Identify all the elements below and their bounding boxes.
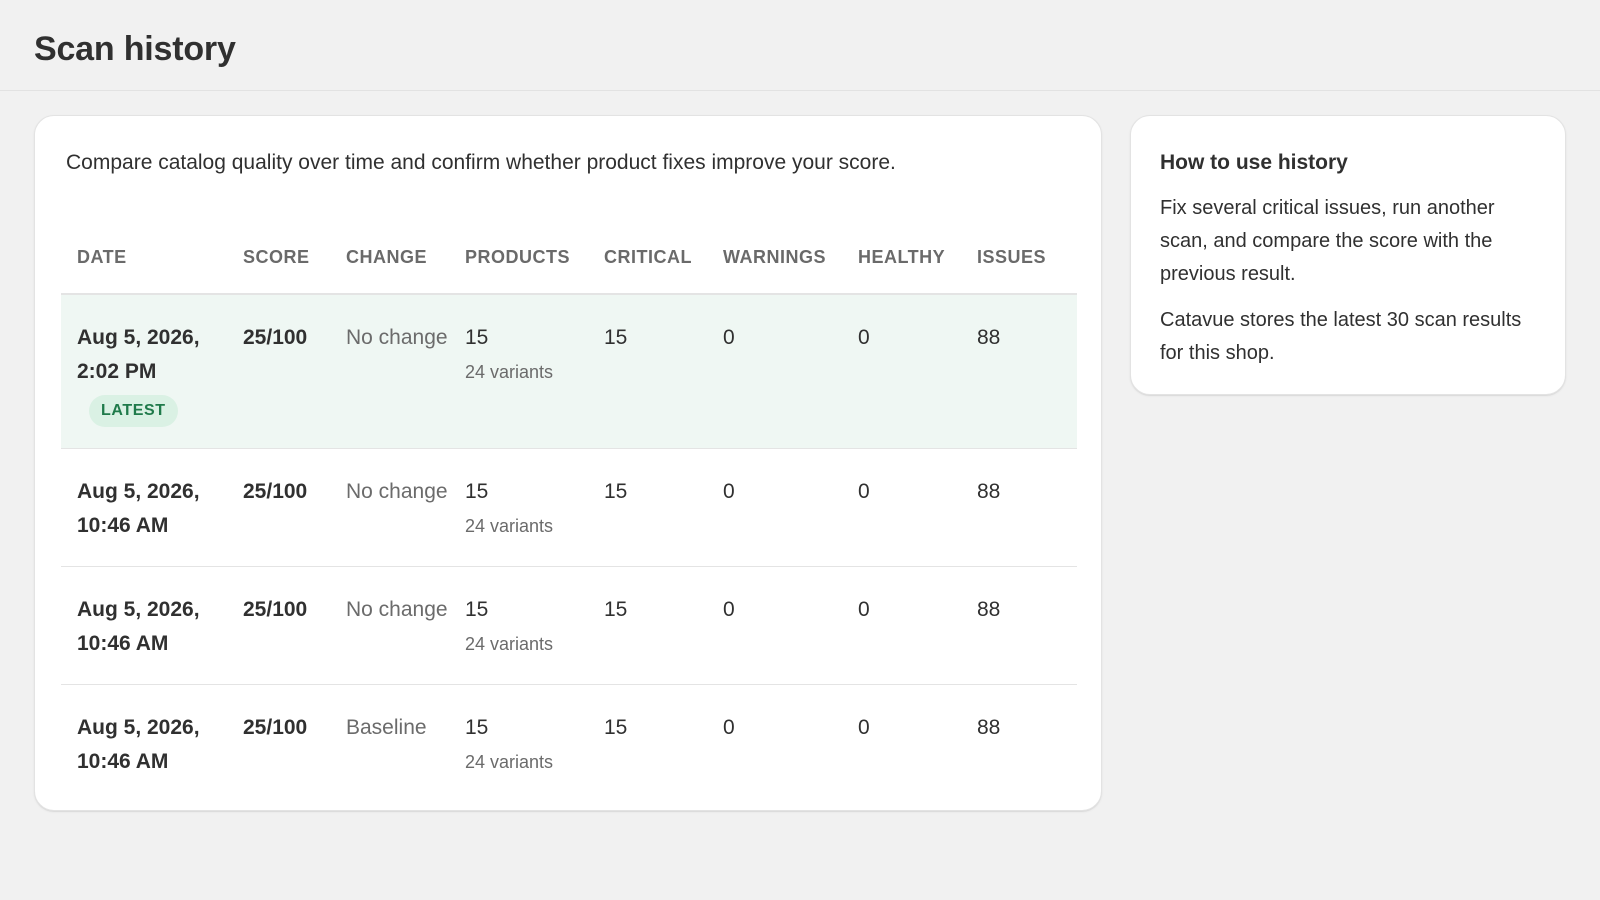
variants-count: 24 variants	[465, 515, 554, 536]
critical-cell: 15	[604, 597, 628, 621]
table-row-latest: Aug 5, 2026, 2:02 PM LATEST 25/100 No ch…	[61, 294, 1077, 448]
healthy-cell: 0	[858, 326, 870, 349]
help-paragraph-2: Catavue stores the latest 30 scan result…	[1160, 309, 1522, 364]
content-area: Compare catalog quality over time and co…	[0, 91, 1600, 811]
table-header-row: DATE SCORE CHANGE PRODUCTS CRITICAL WARN…	[61, 230, 1077, 295]
intro-text: Compare catalog quality over time and co…	[66, 151, 896, 174]
table-row: Aug 5, 2026, 10:46 AM 25/100 No change 1…	[61, 566, 1077, 684]
warnings-cell: 0	[723, 715, 735, 739]
page-header: Scan history	[0, 0, 1600, 91]
change-cell: No change	[346, 479, 448, 503]
variants-count: 24 variants	[465, 362, 554, 382]
column-header-products: PRODUCTS	[449, 230, 588, 295]
products-count: 15	[465, 597, 489, 621]
products-cell: 15 24 variants	[449, 448, 588, 566]
score-cell: 25/100	[243, 715, 308, 739]
date-line-1: Aug 5, 2026,	[77, 715, 200, 739]
score-cell: 25/100	[243, 597, 308, 621]
issues-cell: 88	[977, 326, 1001, 349]
healthy-cell: 0	[858, 597, 870, 621]
products-count: 15	[465, 479, 489, 503]
column-header-warnings: WARNINGS	[707, 230, 842, 295]
table-row: Aug 5, 2026, 10:46 AM 25/100 No change 1…	[61, 448, 1077, 566]
date-cell: Aug 5, 2026, 2:02 PM LATEST	[61, 294, 227, 448]
critical-cell: 15	[604, 715, 628, 739]
warnings-cell: 0	[723, 326, 735, 349]
date-cell: Aug 5, 2026, 10:46 AM	[61, 566, 227, 684]
date-line-1: Aug 5, 2026,	[77, 479, 200, 503]
variants-count: 24 variants	[465, 633, 554, 654]
column-header-score: SCORE	[227, 230, 330, 295]
warnings-cell: 0	[723, 479, 735, 503]
products-cell: 15 24 variants	[449, 294, 588, 448]
column-header-issues: ISSUES	[961, 230, 1077, 295]
variants-count: 24 variants	[465, 751, 554, 772]
date-line-2: 10:46 AM	[77, 631, 169, 655]
date-line-2: 10:46 AM	[77, 749, 169, 773]
critical-cell: 15	[604, 326, 628, 349]
scan-history-card: Compare catalog quality over time and co…	[34, 115, 1102, 811]
table-row: Aug 5, 2026, 10:46 AM 25/100 Baseline 15…	[61, 684, 1077, 802]
products-cell: 15 24 variants	[449, 566, 588, 684]
help-card: How to use history Fix several critical …	[1130, 115, 1566, 395]
change-cell: No change	[346, 326, 448, 349]
change-cell: Baseline	[346, 715, 427, 739]
products-count: 15	[465, 326, 489, 349]
healthy-cell: 0	[858, 715, 870, 739]
change-cell: No change	[346, 597, 448, 621]
date-line-2: 10:46 AM	[77, 513, 169, 537]
issues-cell: 88	[977, 479, 1001, 503]
page-title: Scan history	[34, 30, 236, 68]
latest-badge: LATEST	[89, 395, 178, 427]
products-count: 15	[465, 715, 489, 739]
date-cell: Aug 5, 2026, 10:46 AM	[61, 448, 227, 566]
date-cell: Aug 5, 2026, 10:46 AM	[61, 684, 227, 802]
score-cell: 25/100	[243, 479, 308, 503]
issues-cell: 88	[977, 597, 1001, 621]
column-header-critical: CRITICAL	[588, 230, 707, 295]
date-line-1: Aug 5, 2026,	[77, 326, 200, 349]
column-header-date: DATE	[61, 230, 227, 295]
column-header-change: CHANGE	[330, 230, 449, 295]
help-title: How to use history	[1160, 151, 1348, 174]
scan-history-table: DATE SCORE CHANGE PRODUCTS CRITICAL WARN…	[61, 230, 1077, 802]
score-cell: 25/100	[243, 326, 308, 349]
critical-cell: 15	[604, 479, 628, 503]
warnings-cell: 0	[723, 597, 735, 621]
issues-cell: 88	[977, 715, 1001, 739]
column-header-healthy: HEALTHY	[842, 230, 961, 295]
products-cell: 15 24 variants	[449, 684, 588, 802]
help-paragraph-1: Fix several critical issues, run another…	[1160, 197, 1495, 285]
date-line-1: Aug 5, 2026,	[77, 597, 200, 621]
healthy-cell: 0	[858, 479, 870, 503]
date-line-2: 2:02 PM	[77, 360, 157, 383]
